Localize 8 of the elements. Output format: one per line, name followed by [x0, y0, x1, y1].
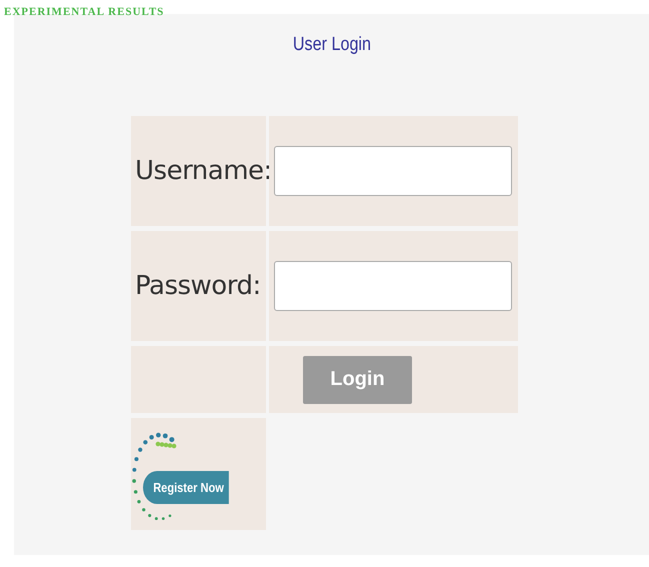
input-field[interactable] — [274, 261, 512, 311]
input-field[interactable] — [274, 146, 512, 196]
login-button[interactable]: Login — [303, 356, 412, 404]
login-title: User Login — [292, 34, 371, 56]
field-label: Username: — [135, 156, 272, 186]
field-label: Password: — [135, 271, 261, 301]
register-link[interactable]: Register Now — [143, 471, 229, 504]
page-heading: EXPERIMENTAL RESULTS — [4, 5, 164, 19]
